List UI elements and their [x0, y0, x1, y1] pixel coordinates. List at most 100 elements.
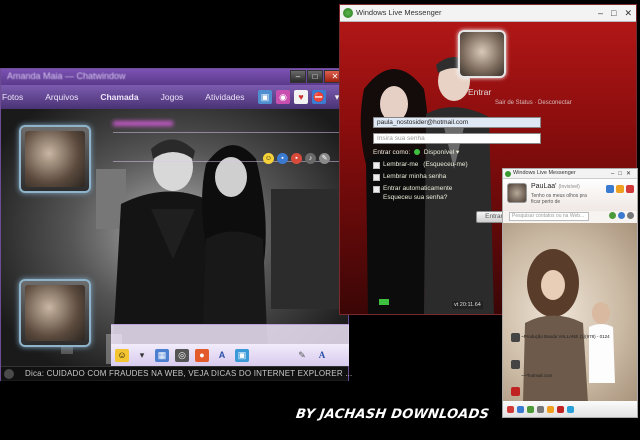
maximize-button[interactable]: □ — [307, 70, 323, 83]
login-window-controls: – □ ✕ — [598, 8, 632, 19]
info-icon — [4, 369, 14, 379]
voice-clip-icon[interactable]: ● — [195, 348, 209, 362]
menu-fotos[interactable]: Fotos — [2, 92, 23, 102]
contact-action-icons: ☺ ▪ ▪ ♪ ✎ — [263, 153, 330, 164]
minimize-button[interactable]: – — [598, 8, 603, 19]
menu-chamada[interactable]: Chamada — [100, 92, 138, 102]
change-view-icon[interactable] — [618, 212, 625, 219]
email-field[interactable]: paula_nostosider@hotmail.com — [373, 117, 541, 128]
remember-me-checkbox[interactable] — [373, 162, 380, 169]
login-titlebar[interactable]: Windows Live Messenger – □ ✕ — [340, 5, 636, 22]
profile-name[interactable]: PauLaa' (Invisível) — [531, 183, 580, 190]
signin-as-label: Entrar como: — [373, 149, 411, 156]
own-avatar[interactable] — [19, 279, 91, 347]
text-format-icon[interactable]: A — [315, 349, 329, 362]
enter-heading: Entrar — [468, 87, 492, 97]
background-icon[interactable]: ▦ — [155, 348, 169, 362]
music-icon[interactable]: ♪ — [305, 153, 316, 164]
remember-password-checkbox[interactable] — [373, 174, 380, 181]
message-input[interactable] — [111, 324, 349, 344]
contact-avatar-image — [25, 131, 85, 187]
mail-icon[interactable] — [606, 185, 614, 193]
heart-icon[interactable] — [557, 405, 564, 413]
forgot-password-link[interactable]: Esqueceu sua senha? — [383, 194, 447, 201]
input-toolbar: ☺ ▾ ▦ ◎ ● A ▣ ✎ A — [111, 344, 349, 366]
messenger-logo-icon — [343, 8, 353, 18]
chat-window: Amanda Maia — Chatwindow – □ ✕ Fotos Arq… — [0, 68, 352, 381]
chevron-down-icon[interactable]: ▾ — [135, 349, 149, 362]
contact-list-bottombar — [503, 401, 637, 417]
status-links[interactable]: Sair de Status · Desconectar — [495, 100, 572, 106]
chat-title: Amanda Maia — Chatwindow — [7, 71, 126, 81]
emoticon-icon[interactable]: ☺ — [263, 153, 274, 164]
tools-icon[interactable]: ✎ — [319, 153, 330, 164]
chat-menubar: Fotos Arquivos Chamada Jogos Atividades … — [1, 85, 348, 109]
profile-avatar[interactable] — [507, 183, 527, 203]
share-icon[interactable]: ◉ — [276, 90, 290, 104]
menu-arquivos[interactable]: Arquivos — [45, 92, 78, 102]
add-contact-icon[interactable] — [609, 212, 616, 219]
settings-icon[interactable] — [537, 405, 544, 413]
games-icon[interactable] — [527, 405, 534, 413]
handwrite-icon[interactable]: ✎ — [295, 349, 309, 362]
contact-row-text[interactable]: ~Produção Banda VALLANE (1)(978) - 0124 — [521, 334, 610, 339]
purple-glow-strip — [113, 121, 173, 126]
chat-menu-icons: ▣ ◉ ♥ ⛔ ▾ — [258, 90, 344, 104]
messenger-logo-icon — [505, 171, 511, 177]
spaces-icon[interactable] — [616, 185, 624, 193]
auto-signin-checkbox[interactable] — [373, 186, 380, 193]
auto-signin-label: Entrar automaticamente — [383, 185, 453, 192]
chat-titlebar[interactable]: Amanda Maia — Chatwindow – □ ✕ — [1, 69, 348, 85]
desktop-collage: Amanda Maia — Chatwindow – □ ✕ Fotos Arq… — [0, 0, 640, 440]
contact-status-icon[interactable] — [511, 360, 520, 369]
personal-message[interactable]: Tenho os meus olhos pra ficar perto de — [531, 193, 591, 205]
corner-badge: vt 20:11.64 — [452, 301, 483, 309]
status-dot-icon — [414, 149, 421, 156]
close-button[interactable]: ✕ — [624, 8, 632, 19]
presence-status: (Invisível) — [558, 184, 580, 190]
contact-row-text[interactable]: ~~*hotmail.com — [521, 373, 552, 378]
news-icon[interactable] — [626, 185, 634, 193]
gift-icon[interactable]: ▪ — [277, 153, 288, 164]
minimize-button[interactable]: – — [290, 70, 306, 83]
remember-password-label: Lembrar minha senha — [383, 173, 447, 180]
webcam-icon[interactable]: ♥ — [294, 90, 308, 104]
display-name: PauLaa' — [531, 183, 557, 190]
contact-list-titlebar[interactable]: Windows Live Messenger –□✕ — [503, 169, 637, 179]
invite-icon[interactable]: ▣ — [258, 90, 272, 104]
contact-list-background: ~Produção Banda VALLANE (1)(978) - 0124 … — [503, 223, 637, 417]
password-field[interactable]: Insira sua senha — [373, 133, 541, 144]
contact-list-window: Windows Live Messenger –□✕ PauLaa' (Invi… — [502, 168, 638, 418]
menu-jogos[interactable]: Jogos — [161, 92, 184, 102]
login-title: Windows Live Messenger — [356, 8, 442, 17]
contact-search-input[interactable]: Pesquisar contatos ou na Web... — [509, 212, 589, 221]
credit-watermark: BY JACHASH DOWNLOADS — [294, 407, 491, 422]
login-avatar[interactable] — [458, 30, 506, 78]
block-icon[interactable]: ⛔ — [312, 90, 326, 104]
maximize-button[interactable]: □ — [611, 8, 616, 19]
forgot-me-link[interactable]: (Esqueceu-me) — [423, 161, 467, 168]
own-avatar-image — [25, 285, 85, 341]
emoticon-picker-icon[interactable]: ☺ — [115, 348, 129, 362]
chat-window-controls: – □ ✕ — [290, 70, 346, 83]
remember-me-text: Lembrar-me — [383, 161, 419, 168]
chat-statusbar: Dica: CUIDADO COM FRAUDES NA WEB, VEJA D… — [1, 366, 352, 380]
photo-icon[interactable]: ▪ — [291, 153, 302, 164]
favorite-icon[interactable] — [507, 405, 514, 413]
calendar-icon[interactable] — [547, 405, 554, 413]
divider-line — [113, 132, 348, 133]
nudge-icon[interactable]: ◎ — [175, 348, 189, 362]
contact-status-icon[interactable] — [511, 333, 520, 342]
msn-icon[interactable] — [567, 405, 574, 413]
contact-avatar[interactable] — [19, 125, 91, 193]
status-tip-text[interactable]: Dica: CUIDADO COM FRAUDES NA WEB, VEJA D… — [25, 369, 352, 378]
contact-list-window-controls[interactable]: –□✕ — [611, 170, 635, 177]
busy-status-icon[interactable] — [511, 387, 520, 396]
signin-status-dropdown[interactable]: Disponível — [424, 149, 454, 156]
photo-share-icon[interactable] — [517, 405, 524, 413]
font-icon[interactable]: A — [215, 349, 229, 362]
profile-header-icons — [606, 185, 634, 193]
menu-atividades[interactable]: Atividades — [205, 92, 244, 102]
image-icon[interactable]: ▣ — [235, 348, 249, 362]
menu-icon[interactable] — [627, 212, 634, 219]
